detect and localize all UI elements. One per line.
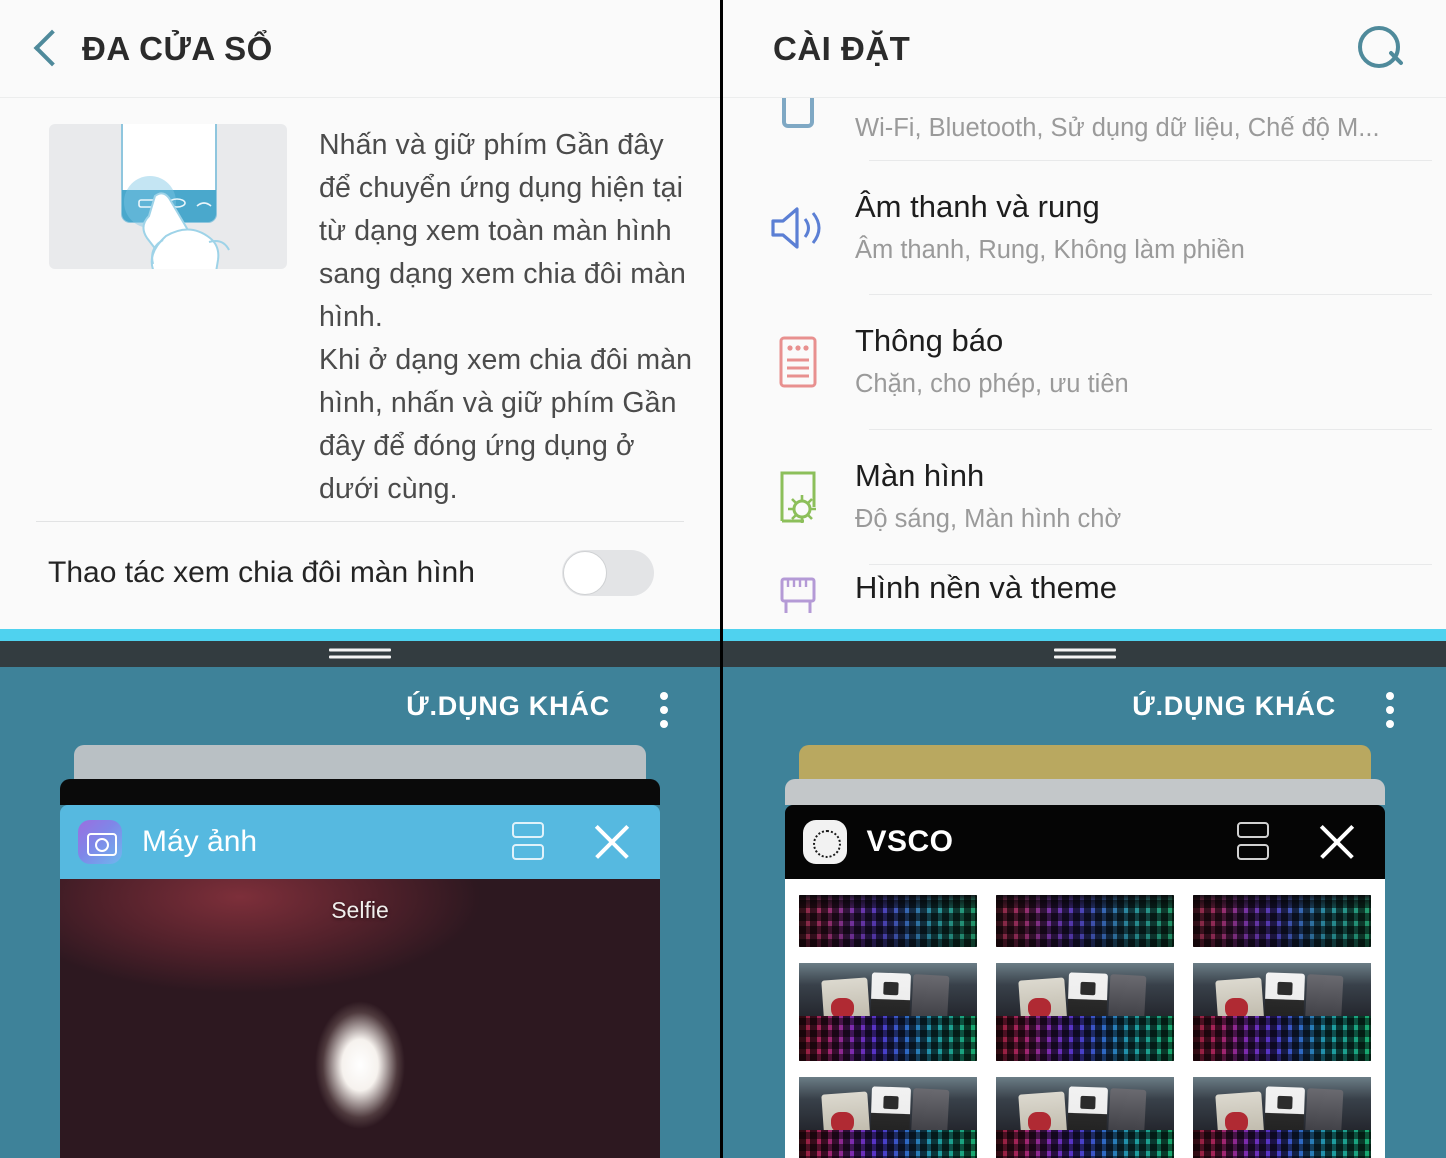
settings-item-connections[interactable]: Wi-Fi, Bluetooth, Sử dụng dữ liệu, Chế đ…: [723, 98, 1446, 160]
settings-item-sound[interactable]: Âm thanh và rung Âm thanh, Rung, Không l…: [723, 161, 1446, 294]
recents-toolbar-left: Ứ.DỤNG KHÁC: [0, 667, 720, 745]
multiwindow-appbar: ĐA CỬA SỔ: [0, 0, 720, 98]
vsco-grid-row: [798, 895, 1371, 947]
background-card-1[interactable]: [74, 745, 646, 779]
vsco-photo-thumbnail[interactable]: [798, 963, 977, 1061]
settings-item-title: Âm thanh và rung: [855, 188, 1100, 224]
vsco-photo-grid[interactable]: [784, 879, 1385, 1158]
multiwindow-description: Nhấn và giữ phím Gần đây để chuyển ứng d…: [319, 116, 694, 511]
more-apps-label[interactable]: Ứ.DỤNG KHÁC: [406, 691, 610, 722]
split-drag-handle[interactable]: [329, 648, 391, 660]
multiwindow-content: Nhấn và giữ phím Gần đây để chuyển ứng d…: [0, 98, 720, 629]
settings-item-notifications[interactable]: Thông báo Chặn, cho phép, ưu tiên: [723, 295, 1446, 429]
vsco-photo-thumbnail[interactable]: [995, 963, 1174, 1061]
vsco-photo-thumbnail[interactable]: [1192, 1077, 1371, 1158]
toggle-knob: [563, 551, 607, 595]
settings-item-subtitle: Chặn, cho phép, ưu tiên: [855, 370, 1129, 398]
vsco-photo-thumbnail[interactable]: [1192, 963, 1371, 1061]
vsco-photo-thumbnail[interactable]: [798, 1077, 977, 1158]
back-chevron-icon[interactable]: [28, 26, 68, 72]
connections-icon: [757, 98, 839, 132]
vsco-photo-thumbnail[interactable]: [995, 1077, 1174, 1158]
background-card-2[interactable]: [784, 779, 1385, 805]
recents-card-vsco[interactable]: VSCO: [784, 805, 1385, 1158]
split-screen-action-label: Thao tác xem chia đôi màn hình: [48, 556, 475, 589]
recents-area-right: Ứ.DỤNG KHÁC VSCO: [723, 667, 1446, 1158]
more-options-icon[interactable]: [638, 680, 690, 732]
page-title: ĐA CỬA SỔ: [82, 29, 273, 67]
close-icon[interactable]: [588, 818, 636, 866]
vsco-photo-thumbnail[interactable]: [995, 895, 1174, 947]
settings-page-title: CÀI ĐẶT: [773, 29, 911, 67]
settings-item-texts: Thông báo Chặn, cho phép, ưu tiên: [839, 320, 1129, 404]
recents-key-press-illustration: [49, 124, 287, 269]
split-accent-line-right: [723, 629, 1446, 641]
display-brightness-icon: [757, 469, 839, 525]
background-card-2[interactable]: [60, 779, 660, 805]
split-divider-bar-right[interactable]: [723, 641, 1446, 667]
notification-icon: [757, 334, 839, 390]
split-screen-icon[interactable]: [508, 821, 548, 863]
vsco-app-name: VSCO: [866, 825, 954, 858]
split-screen-action-toggle[interactable]: [562, 550, 654, 596]
split-divider-bar-left[interactable]: [0, 641, 720, 667]
recents-card-stack-right: VSCO: [784, 745, 1385, 1158]
sound-speaker-icon: [757, 203, 839, 253]
vsco-grid-row: [798, 1077, 1371, 1158]
vsco-icon: [802, 820, 847, 864]
settings-item-wallpaper[interactable]: Hình nền và theme: [723, 565, 1446, 629]
background-card-1[interactable]: [798, 745, 1371, 779]
settings-screen: CÀI ĐẶT Wi-Fi, Bluetooth, Sử dụng dữ liệ…: [723, 0, 1446, 629]
camera-preview-thumbnail[interactable]: Selfie: [60, 879, 660, 1158]
camera-card-header: Máy ảnh: [60, 805, 660, 879]
split-drag-handle[interactable]: [1053, 648, 1116, 660]
settings-item-texts: Màn hình Độ sáng, Màn hình chờ: [839, 455, 1121, 539]
settings-appbar: CÀI ĐẶT: [723, 0, 1446, 98]
dual-screenshot-composite: ĐA CỬA SỔ Nhấn và giữ phím Gần đây để ch…: [0, 0, 1446, 1158]
vsco-grid-row: [798, 963, 1371, 1061]
settings-item-subtitle: Âm thanh, Rung, Không làm phiền: [855, 235, 1245, 264]
description-paragraph-2: Khi ở dạng xem chia đôi màn hình, nhấn v…: [319, 344, 693, 505]
search-icon[interactable]: [1354, 22, 1408, 76]
camera-mode-label: Selfie: [331, 897, 389, 923]
recents-area-left: Ứ.DỤNG KHÁC Máy ảnh Selfie: [0, 667, 720, 1158]
recents-screen-left: Ứ.DỤNG KHÁC Máy ảnh Selfie: [0, 629, 723, 1158]
vsco-photo-thumbnail[interactable]: [798, 895, 977, 947]
more-options-icon[interactable]: [1364, 680, 1416, 732]
vsco-card-header: VSCO: [784, 805, 1385, 879]
camera-app-name: Máy ảnh: [142, 825, 258, 858]
recents-toolbar-right: Ứ.DỤNG KHÁC: [723, 667, 1446, 745]
recents-card-stack-left: Máy ảnh Selfie: [60, 745, 660, 1158]
settings-item-title: Màn hình: [855, 458, 985, 493]
recents-screen-right: Ứ.DỤNG KHÁC VSCO: [723, 629, 1446, 1158]
recents-card-camera[interactable]: Máy ảnh Selfie: [60, 805, 660, 1158]
wallpaper-theme-icon: [757, 565, 839, 615]
settings-item-texts: Hình nền và theme: [839, 565, 1117, 609]
settings-item-list[interactable]: Wi-Fi, Bluetooth, Sử dụng dữ liệu, Chế đ…: [723, 98, 1446, 629]
settings-item-subtitle: Độ sáng, Màn hình chờ: [855, 505, 1122, 533]
description-paragraph-1: Nhấn và giữ phím Gần đây để chuyển ứng d…: [319, 129, 686, 333]
settings-item-texts: Wi-Fi, Bluetooth, Sử dụng dữ liệu, Chế đ…: [839, 98, 1380, 148]
settings-item-title: Hình nền và theme: [855, 570, 1117, 605]
more-apps-label[interactable]: Ứ.DỤNG KHÁC: [1132, 691, 1336, 722]
close-icon[interactable]: [1313, 818, 1361, 866]
settings-item-texts: Âm thanh và rung Âm thanh, Rung, Không l…: [839, 186, 1245, 270]
split-accent-line-left: [0, 629, 720, 641]
vsco-photo-thumbnail[interactable]: [1192, 895, 1371, 947]
settings-item-display[interactable]: Màn hình Độ sáng, Màn hình chờ: [723, 430, 1446, 564]
settings-item-title: Thông báo: [855, 323, 1004, 358]
settings-item-subtitle: Wi-Fi, Bluetooth, Sử dụng dữ liệu, Chế đ…: [855, 114, 1380, 142]
multiwindow-screen: ĐA CỬA SỔ Nhấn và giữ phím Gần đây để ch…: [0, 0, 723, 629]
split-screen-icon[interactable]: [1233, 821, 1273, 863]
camera-icon: [78, 820, 122, 864]
split-screen-action-row[interactable]: Thao tác xem chia đôi màn hình: [26, 522, 694, 596]
